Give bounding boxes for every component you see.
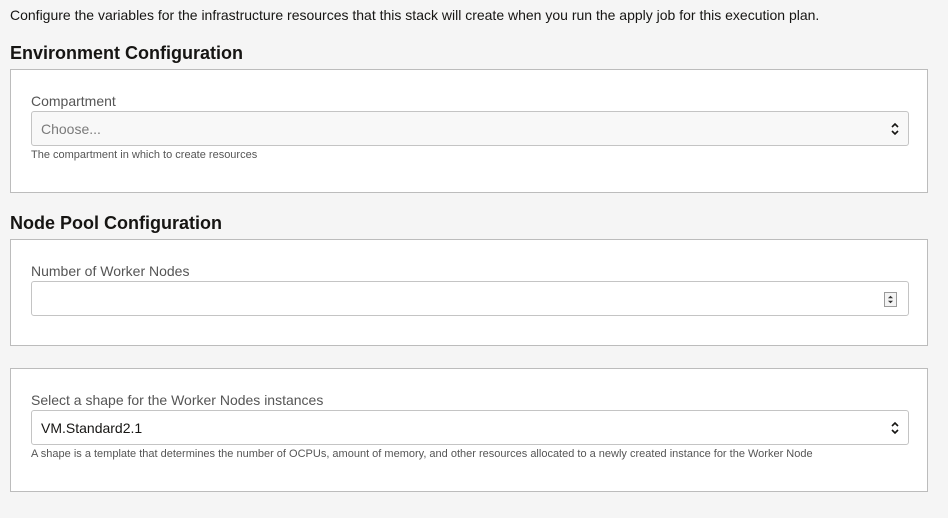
shape-panel: Select a shape for the Worker Nodes inst… <box>10 368 928 492</box>
environment-config-panel: Compartment Choose... The compartment in… <box>10 69 928 193</box>
compartment-label: Compartment <box>31 93 116 109</box>
chevron-up-down-icon <box>891 421 899 435</box>
compartment-help: The compartment in which to create resou… <box>31 149 258 161</box>
shape-label: Select a shape for the Worker Nodes inst… <box>31 392 324 408</box>
worker-nodes-input[interactable] <box>31 281 909 316</box>
spinner-icon[interactable] <box>884 292 897 307</box>
shape-help: A shape is a template that determines th… <box>31 448 813 460</box>
environment-config-heading: Environment Configuration <box>10 43 243 63</box>
worker-nodes-label: Number of Worker Nodes <box>31 263 190 279</box>
node-pool-config-heading: Node Pool Configuration <box>10 213 222 233</box>
compartment-placeholder: Choose... <box>41 121 101 137</box>
compartment-select[interactable]: Choose... <box>31 111 909 146</box>
shape-select[interactable]: VM.Standard2.1 <box>31 410 909 445</box>
intro-text: Configure the variables for the infrastr… <box>10 7 820 23</box>
worker-nodes-panel: Number of Worker Nodes <box>10 239 928 346</box>
shape-value: VM.Standard2.1 <box>41 420 143 436</box>
chevron-up-down-icon <box>891 122 899 136</box>
